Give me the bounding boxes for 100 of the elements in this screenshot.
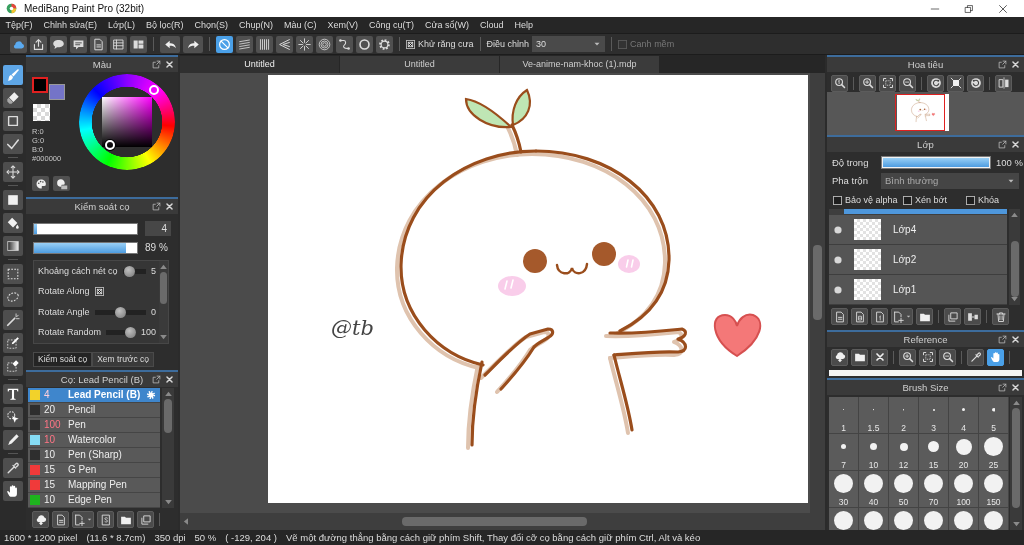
delete-layer-button[interactable] [992,308,1009,325]
redo-button[interactable] [183,35,203,53]
panels-button[interactable] [130,35,147,53]
vertical-scrollbar[interactable] [159,261,168,343]
brush-list-item[interactable]: 100 Pen [28,418,160,433]
transparent-swatch-icon[interactable] [33,104,50,121]
eyedropper-tool[interactable] [3,458,23,478]
slider-thumb[interactable] [124,327,136,339]
selection-eraser-tool[interactable] [3,356,23,376]
popout-icon[interactable] [152,375,161,384]
brush-list-item[interactable]: 15 Mapping Pen [28,478,160,493]
document-tab[interactable]: Untitled [340,56,500,73]
color-handle[interactable] [105,140,115,150]
hand-tool[interactable] [3,481,23,501]
merge-layer-button[interactable] [964,308,981,325]
eraser-tool[interactable] [3,88,23,108]
scrollbar-thumb[interactable] [1012,408,1020,508]
menu-item[interactable]: Màu (C) [278,19,323,31]
correction-dropdown[interactable]: 30 [532,36,606,52]
brush-folder-button[interactable] [117,511,134,528]
vertical-scrollbar[interactable] [810,73,825,513]
import-cloud-button[interactable] [831,348,848,366]
duplicate-layer-button[interactable] [944,308,961,325]
document-button[interactable] [90,35,107,53]
brush-list-item[interactable]: 20 Pencil [28,403,160,418]
rotate-right-button[interactable] [967,74,984,92]
layer-row[interactable]: Lớp1 [829,275,1007,304]
brush-size-option[interactable]: 2 [889,397,919,434]
brush-size-option[interactable]: 40 [859,471,889,508]
upload-button[interactable] [30,35,47,53]
cloud-brush-button[interactable] [32,511,49,528]
brush-size-option[interactable]: 1.5 [859,397,889,434]
new-1bit-layer-button[interactable] [871,308,888,325]
hue-handle[interactable] [149,85,159,95]
brush-size-option[interactable] [979,508,1009,530]
brush-size-option[interactable]: 10 [859,434,889,471]
brush-size-option[interactable]: 20 [949,434,979,471]
brush-size-option[interactable]: 50 [889,471,919,508]
menu-item[interactable]: Cloud [474,19,510,31]
perspective-snap-button[interactable] [276,35,293,53]
script-brush-button[interactable] [97,511,114,528]
scroll-down-icon[interactable] [1012,522,1020,527]
brush-size-option[interactable]: 3 [919,397,949,434]
gradient-tool[interactable] [3,236,23,256]
visibility-dot-icon[interactable] [834,255,842,264]
zoom-in-button[interactable] [859,74,876,92]
slider-thumb[interactable] [114,306,126,318]
color-swatch-icon[interactable] [32,77,48,93]
palette-window-button[interactable] [53,176,70,191]
brush-size-option[interactable]: 1 [829,397,859,434]
antialias-checkbox[interactable] [406,39,415,49]
document-tab[interactable]: Ve-anime-nam-khoc (1).mdp [500,56,660,73]
move-tool[interactable] [3,162,23,182]
bucket-tool[interactable] [3,213,23,233]
brush-size-option[interactable] [949,508,979,530]
add-brush-button[interactable] [72,511,94,528]
circle-snap-button[interactable] [356,35,373,53]
flip-button[interactable] [995,74,1012,92]
selection-pen-tool[interactable] [3,333,23,353]
divide-tool[interactable] [3,430,23,450]
layer-row[interactable]: Lớp2 [829,245,1007,274]
brush-size-option[interactable]: 70 [919,471,949,508]
horizontal-scrollbar[interactable] [180,513,825,530]
new-layer-button[interactable] [831,308,848,325]
popout-icon[interactable] [998,335,1007,344]
snap-settings-button[interactable] [376,35,393,53]
fill-rectangle-tool[interactable] [3,190,23,210]
brush-size-option[interactable]: 4 [949,397,979,434]
brush-list-item[interactable]: 10 Pen (Sharp) [28,448,160,463]
layer-option-checkbox[interactable] [833,196,842,205]
brush-size-option[interactable] [829,508,859,530]
scrollbar-thumb[interactable] [164,399,172,433]
document-tab[interactable]: Untitled [180,56,340,73]
visibility-dot-icon[interactable] [834,285,842,294]
palette-button[interactable] [32,176,49,191]
brush-size-option[interactable] [859,508,889,530]
speech-bubble-button[interactable] [50,35,67,53]
lasso-tool[interactable] [3,287,23,307]
polyline-tool[interactable] [3,134,23,154]
layer-option-checkbox[interactable] [903,196,912,205]
menu-item[interactable]: Công cụ(T) [363,19,420,31]
scroll-down-icon[interactable] [160,335,167,340]
menu-item[interactable]: Tệp(F) [0,19,38,31]
popout-icon[interactable] [998,140,1007,149]
brush-size-slider[interactable] [33,222,138,235]
rectangle-tool[interactable] [3,111,23,131]
brush-list-item[interactable]: 10 Watercolor [28,433,160,448]
magnifier-button[interactable] [831,74,848,92]
blend-mode-dropdown[interactable]: Bình thường [881,173,1019,189]
layer-row[interactable]: Lớp4 [829,215,1007,244]
menu-item[interactable]: Xem(V) [322,19,364,31]
scrollbar-thumb[interactable] [160,272,167,304]
scroll-up-icon[interactable] [164,391,172,396]
menu-item[interactable]: Help [509,19,539,31]
vertical-scrollbar[interactable] [1009,209,1020,305]
popout-icon[interactable] [152,202,161,211]
close-icon[interactable] [998,3,1008,14]
menu-item[interactable]: Chụp(N) [233,19,279,31]
cloud-button[interactable] [10,35,27,53]
zoom-out-button[interactable] [899,74,916,92]
